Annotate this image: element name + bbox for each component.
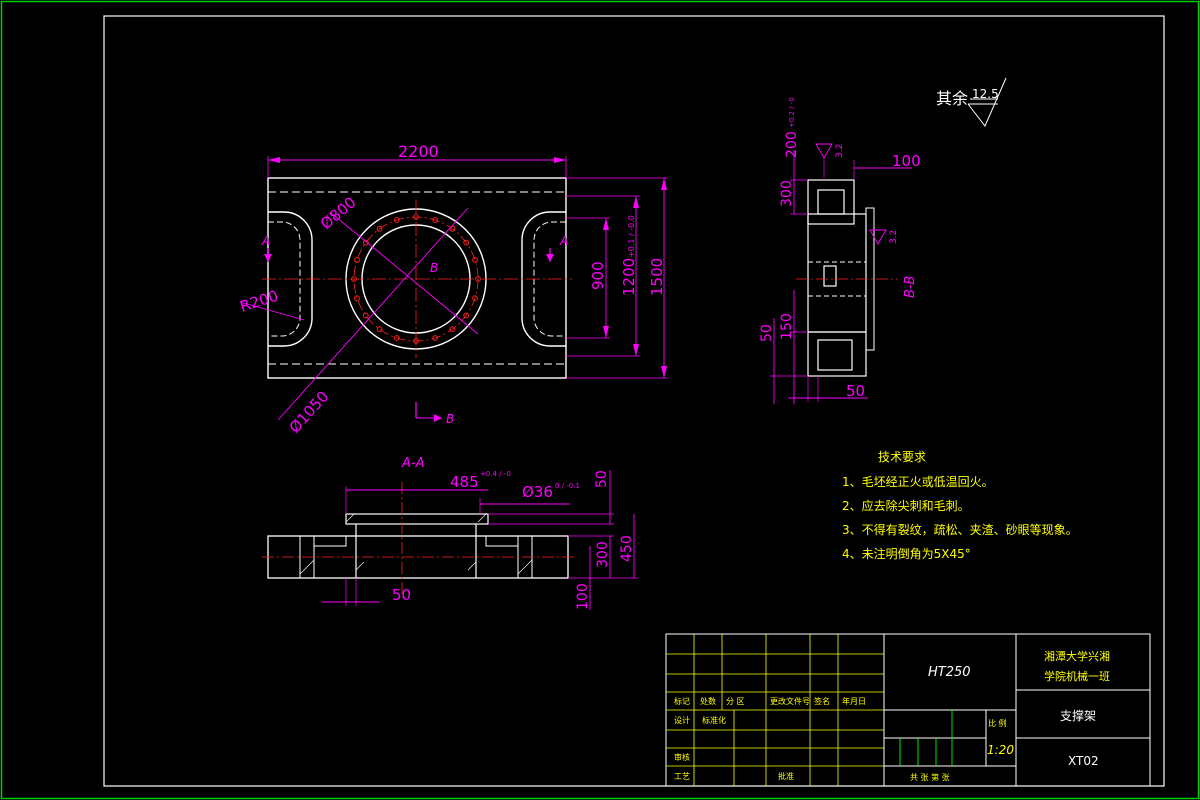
aa-dim-450: 450 xyxy=(619,535,635,562)
tech-req-item-3: 3、不得有裂纹，疏松、夹渣、砂眼等现象。 xyxy=(842,522,1078,537)
scale-label: 比 例 xyxy=(988,718,1007,728)
row-design: 设计 xyxy=(674,715,690,725)
section-aa-title: A-A xyxy=(401,456,424,471)
scale-value: 1:20 xyxy=(987,743,1014,757)
section-b-center: B xyxy=(430,261,438,275)
roughness-prefix: 其余 xyxy=(936,89,968,108)
dim-1200: 1200 xyxy=(620,258,638,296)
side-dim-200: 200 xyxy=(784,131,800,158)
side-roughness-2: 3.2 xyxy=(889,230,899,244)
header-date: 年月日 xyxy=(842,696,866,706)
tech-req-item-1: 1、毛坯经正火或低温回火。 xyxy=(842,475,994,489)
aa-dim-300: 300 xyxy=(595,541,611,568)
tech-req-item-2: 2、应去除尖刺和毛刺。 xyxy=(842,498,970,513)
section-a-left: A xyxy=(261,234,270,248)
section-bb-label: B-B xyxy=(903,276,918,298)
bolt-hole xyxy=(354,295,360,302)
header-change-doc: 更改文件号 xyxy=(770,696,810,706)
roughness-symbol-general: 其余 12.5 xyxy=(936,77,1007,127)
section-a-right: A xyxy=(559,234,568,248)
aa-dim-485: 485 xyxy=(450,473,479,491)
aa-dim-dia-36: Ø36 xyxy=(522,483,553,501)
row-standard: 标准化 xyxy=(702,715,726,725)
aa-dim-100: 100 xyxy=(575,583,591,610)
part-name: 支撑架 xyxy=(1060,708,1096,723)
side-dim-50-left: 50 xyxy=(759,324,775,342)
sheet-label: 共 张 第 张 xyxy=(910,772,950,782)
bolt-hole xyxy=(376,326,383,333)
front-view: A A B B 2200 900 1200 +0.1 / -0.0 1500 Ø… xyxy=(238,142,668,437)
aa-dim-50-bottom: 50 xyxy=(392,586,411,604)
header-zone: 分 区 xyxy=(726,697,745,706)
side-dim-150: 150 xyxy=(779,313,795,340)
drawing-frame xyxy=(103,15,1165,787)
side-roughness-1: 3.2 xyxy=(835,144,845,158)
side-dim-50-bottom: 50 xyxy=(846,382,865,400)
side-dim-100: 100 xyxy=(892,152,921,170)
side-dim-200-tol: +0.2 / -0 xyxy=(788,97,796,128)
school-line-2: 学院机械一班 xyxy=(1044,669,1110,683)
row-approve: 批准 xyxy=(778,771,794,781)
bolt-hole xyxy=(362,312,369,319)
title-block-text: HT250 湘潭大学兴湘 学院机械一班 支撑架 XT02 比 例 1:20 共 … xyxy=(674,649,1110,782)
row-review: 审核 xyxy=(674,752,690,762)
dim-dia-1050: Ø1050 xyxy=(286,387,333,436)
dim-1500: 1500 xyxy=(648,258,666,296)
drawing-sheet: 其余 12.5 A A B B 2200 900 1200 +0.1 / -0.… xyxy=(0,0,1200,800)
header-count: 处数 xyxy=(700,696,716,706)
section-view-aa: A-A 485 +0.4 / -0 Ø36 0 / -0.1 50 450 30… xyxy=(262,456,638,610)
bolt-hole xyxy=(354,256,360,263)
tech-req-item-4: 4、未注明倒角为5X45° xyxy=(842,546,971,561)
technical-requirements: 技术要求 1、毛坯经正火或低温回火。 2、应去除尖刺和毛刺。 3、不得有裂纹，疏… xyxy=(842,450,1078,561)
side-dim-300: 300 xyxy=(779,180,795,207)
dim-1200-tolerance: +0.1 / -0.0 xyxy=(627,215,636,258)
dim-900: 900 xyxy=(589,261,607,290)
header-mark: 标记 xyxy=(674,696,690,706)
side-view: 300 200 +0.2 / -0 100 3.2 3.2 B-B 150 50… xyxy=(759,97,921,404)
section-b-bottom: B xyxy=(446,412,454,426)
school-line-1: 湘潭大学兴湘 xyxy=(1044,649,1110,663)
aa-dim-36-tol: 0 / -0.1 xyxy=(555,482,580,490)
header-signature: 签名 xyxy=(814,696,830,706)
aa-dim-485-tol: +0.4 / -0 xyxy=(480,470,511,478)
dim-2200: 2200 xyxy=(398,142,439,161)
drawing-number: XT02 xyxy=(1068,754,1099,768)
outer-border xyxy=(0,0,1200,800)
tech-req-title: 技术要求 xyxy=(878,450,926,464)
dim-dia-800: Ø800 xyxy=(317,193,360,233)
row-process: 工艺 xyxy=(674,772,690,781)
aa-dim-50-top: 50 xyxy=(594,470,610,488)
material-label: HT250 xyxy=(928,665,971,680)
